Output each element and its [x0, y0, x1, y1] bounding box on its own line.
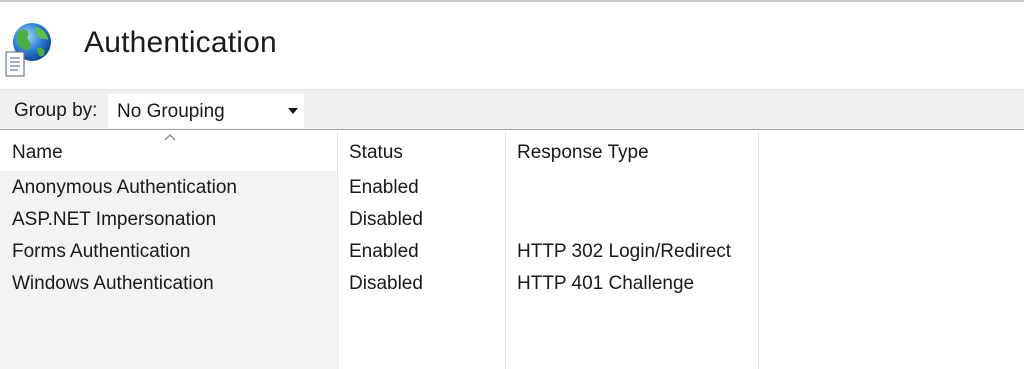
column-header-label: Status	[349, 142, 403, 163]
group-by-selected-value: No Grouping	[117, 101, 225, 122]
column-header-response-type[interactable]: Response Type	[506, 131, 759, 171]
table-row[interactable]: Forms Authentication Enabled HTTP 302 Lo…	[0, 237, 759, 269]
authentication-feature-page: Authentication Group by: No Grouping Nam…	[0, 0, 1024, 369]
column-header-row: Name Status Response Type	[0, 131, 1024, 171]
group-by-dropdown[interactable]: No Grouping	[108, 94, 304, 128]
row-status: Enabled	[349, 177, 419, 198]
table-row[interactable]: ASP.NET Impersonation Disabled	[0, 205, 759, 237]
row-name: Anonymous Authentication	[12, 177, 237, 198]
row-response-type: HTTP 302 Login/Redirect	[517, 241, 732, 262]
dropdown-arrow-icon	[288, 108, 298, 114]
row-status: Enabled	[349, 241, 419, 262]
page-title: Authentication	[84, 26, 277, 59]
row-name: ASP.NET Impersonation	[12, 209, 217, 230]
globe-document-icon	[5, 23, 51, 77]
table-row[interactable]: Anonymous Authentication Enabled	[0, 173, 759, 205]
column-header-label: Response Type	[517, 142, 649, 163]
column-header-status[interactable]: Status	[338, 131, 506, 171]
row-name: Forms Authentication	[12, 241, 191, 262]
row-name: Windows Authentication	[12, 273, 214, 294]
row-response-type: HTTP 401 Challenge	[517, 273, 695, 294]
row-status: Disabled	[349, 273, 423, 294]
authentication-list: Name Status Response Type Anonymous Auth…	[0, 131, 1024, 369]
group-by-toolbar: Group by: No Grouping	[0, 89, 1024, 130]
row-status: Disabled	[349, 209, 423, 230]
page-header: Authentication	[0, 2, 1024, 88]
sort-ascending-icon	[164, 134, 176, 141]
column-header-name[interactable]: Name	[0, 131, 338, 171]
table-row[interactable]: Windows Authentication Disabled HTTP 401…	[0, 269, 759, 301]
group-by-label: Group by:	[14, 100, 98, 121]
column-header-label: Name	[12, 142, 63, 163]
